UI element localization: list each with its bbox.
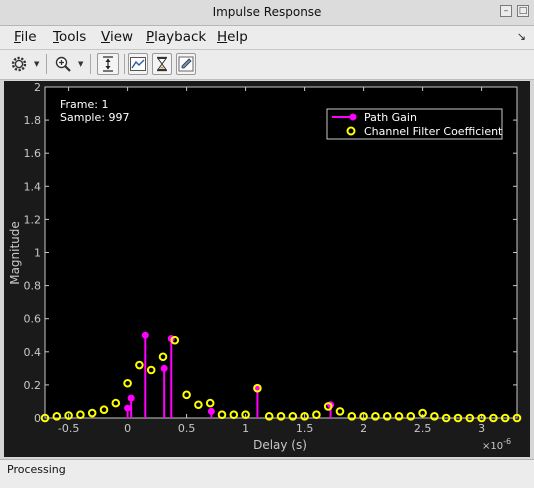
path-gain-point — [124, 404, 132, 412]
y-tick-label: 1.6 — [24, 147, 42, 160]
zoom-in-icon — [55, 56, 71, 72]
toolbar-divider — [90, 54, 91, 74]
menu-file[interactable]: File — [14, 29, 37, 45]
zoom-in-button[interactable] — [52, 53, 74, 75]
x-tick-label: 2.5 — [414, 422, 432, 435]
path-gain-point — [141, 331, 149, 339]
toolbar: ▼ ▼ — [0, 50, 534, 80]
edit-button[interactable] — [176, 53, 196, 75]
frame-label: Frame: 1 — [60, 98, 108, 111]
menu-bar: File Tools View Playback Help ↘ — [0, 26, 534, 50]
toolbar-divider — [124, 54, 125, 74]
status-bar: Processing — [0, 459, 534, 488]
y-tick-label: 1.8 — [24, 114, 42, 127]
status-text: Processing — [7, 463, 66, 476]
y-tick-label: 0.6 — [24, 313, 42, 326]
y-tick-label: 0.4 — [24, 346, 42, 359]
y-tick-label: 1.4 — [24, 180, 42, 193]
x-axis-label: Delay (s) — [253, 438, 307, 452]
path-gain-point — [207, 407, 215, 415]
edit-icon — [178, 56, 194, 72]
x-tick-label: 2 — [360, 422, 367, 435]
path-gain-point — [127, 394, 135, 402]
menu-help[interactable]: Help — [217, 29, 248, 45]
x-tick-label: 0.5 — [178, 422, 196, 435]
legend-marker-path-gain — [349, 113, 357, 121]
plot-area[interactable]: -0.5 0 0.5 1 1.5 2 2.5 3 0 0.2 0.4 0.6 0.8 1 1.2 1.4 1.6… — [4, 81, 530, 457]
hourglass-icon — [157, 56, 167, 72]
legend-label-filter-coefficient: Channel Filter Coefficient — [364, 125, 503, 138]
undock-icon[interactable]: ↘ — [517, 30, 526, 43]
y-tick-label: 1.2 — [24, 213, 42, 226]
minimize-button[interactable]: – — [500, 5, 512, 17]
y-tick-label: 0.8 — [24, 280, 42, 293]
legend-label-path-gain: Path Gain — [364, 111, 417, 124]
y-tick-label: 2 — [34, 81, 41, 94]
maximize-button[interactable]: □ — [517, 5, 529, 17]
y-tick-label: 0 — [34, 412, 41, 425]
chevron-down-icon[interactable]: ▼ — [34, 60, 39, 68]
scale-axes-icon — [103, 56, 113, 72]
stem-plot-icon — [130, 57, 146, 71]
window-title: Impulse Response — [212, 5, 322, 19]
sample-label: Sample: 997 — [60, 111, 129, 124]
stem-plot-button[interactable] — [128, 53, 148, 75]
impulse-response-chart[interactable]: -0.5 0 0.5 1 1.5 2 2.5 3 0 0.2 0.4 0.6 0.8 1 1.2 1.4 1.6… — [4, 81, 530, 457]
chevron-down-icon[interactable]: ▼ — [78, 60, 83, 68]
menu-playback[interactable]: Playback — [146, 29, 206, 45]
toolbar-divider — [46, 54, 47, 74]
settings-button[interactable] — [8, 53, 30, 75]
legend[interactable]: Path Gain Channel Filter Coefficient — [326, 108, 503, 140]
y-tick-label: 1 — [34, 247, 41, 260]
hourglass-button[interactable] — [152, 53, 172, 75]
settings-icon — [11, 56, 27, 72]
x-tick-label: 0 — [124, 422, 131, 435]
y-axis-label: Magnitude — [8, 221, 22, 285]
x-tick-label: 1.5 — [296, 422, 314, 435]
y-tick-label: 0.2 — [24, 379, 42, 392]
menu-tools[interactable]: Tools — [53, 29, 86, 45]
title-bar: Impulse Response – □ — [0, 0, 534, 26]
x-exponent-label: ×10-6 — [482, 437, 511, 452]
x-tick-label: 1 — [242, 422, 249, 435]
path-gain-point — [160, 364, 168, 372]
x-tick-label: -0.5 — [58, 422, 79, 435]
x-tick-label: 3 — [478, 422, 485, 435]
menu-view[interactable]: View — [101, 29, 133, 45]
scale-axes-button[interactable] — [97, 53, 119, 75]
